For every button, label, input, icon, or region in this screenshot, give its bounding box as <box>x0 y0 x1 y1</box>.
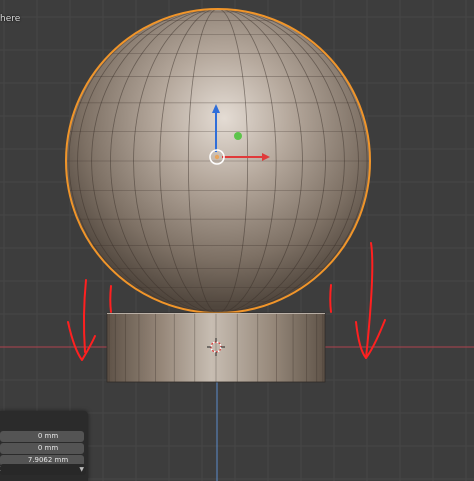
annotation-arrow-left-1 <box>82 279 87 353</box>
annotation-arrowhead-left-1 <box>67 321 96 361</box>
axis-dropdown-value: X <box>0 464 1 475</box>
arrow-y-icon[interactable] <box>234 132 242 140</box>
annotation-arrow-left-2 <box>109 285 112 313</box>
sphere-object[interactable] <box>65 8 371 314</box>
annotation-arrow-right-2 <box>329 284 332 313</box>
viewport-canvas[interactable] <box>0 0 474 481</box>
location-x-field[interactable]: 0 mm <box>0 431 84 442</box>
cylinder-object[interactable] <box>106 312 326 383</box>
active-object-label: here <box>0 14 21 24</box>
chevron-down-icon: ▼ <box>79 466 84 473</box>
operator-panel[interactable]: 0 mm 0 mm 7.9062 mm X ▼ <box>0 411 88 481</box>
3d-viewport[interactable]: here 0 mm 0 mm 7.9062 mm X ▼ <box>0 0 474 481</box>
location-y-field[interactable]: 0 mm <box>0 443 84 454</box>
annotation-arrowhead-right-1 <box>355 319 386 359</box>
axis-dropdown[interactable]: X ▼ <box>0 464 86 475</box>
